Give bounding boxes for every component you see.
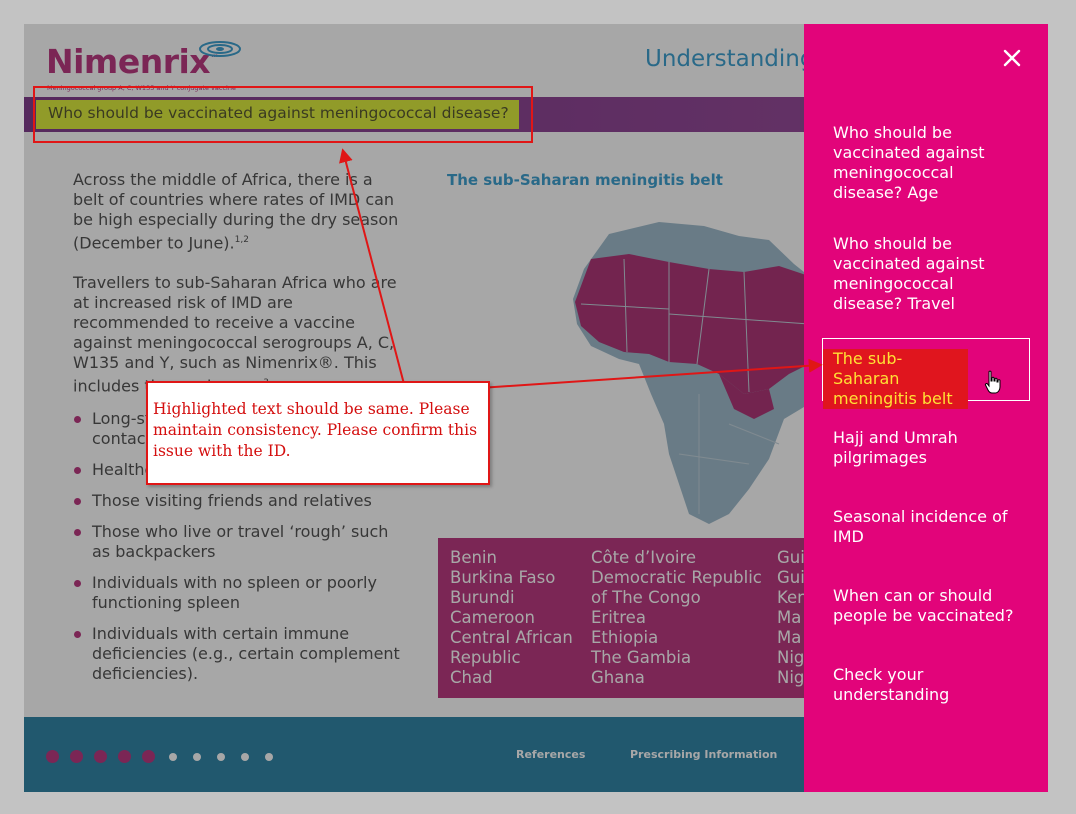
menu-item-seasonal[interactable]: Seasonal incidence of IMD [822, 507, 1030, 547]
annotation-highlight-box [33, 86, 533, 143]
menu-item-travel[interactable]: Who should be vaccinated against meningo… [822, 234, 1030, 314]
menu-item-label-highlight: The sub-Saharan meningitis belt [823, 349, 968, 409]
hand-cursor-icon [984, 370, 1001, 394]
menu-item-hajj[interactable]: Hajj and Umrah pilgrimages [822, 428, 1030, 468]
menu-item-when-vaccinate[interactable]: When can or should people be vaccinated? [822, 586, 1030, 626]
side-menu: Who should be vaccinated against meningo… [804, 24, 1048, 792]
menu-item-check-understanding[interactable]: Check your understanding [822, 665, 1030, 705]
menu-item-age[interactable]: Who should be vaccinated against meningo… [822, 123, 1030, 203]
annotation-note: Highlighted text should be same. Please … [146, 381, 490, 485]
close-icon[interactable] [1000, 46, 1024, 70]
